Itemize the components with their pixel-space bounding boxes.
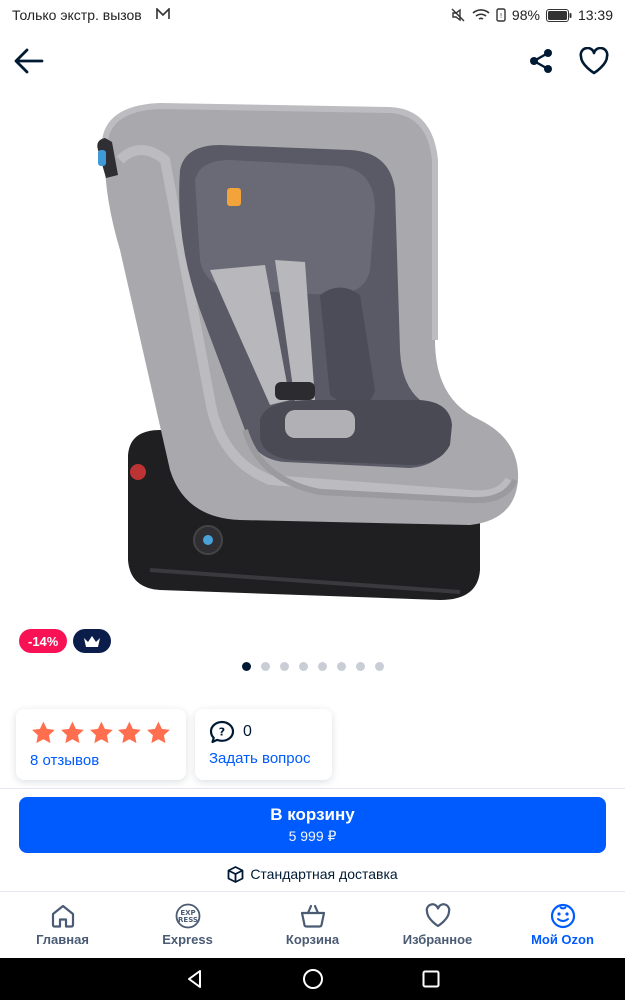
tab-cart[interactable]: Корзина [250, 892, 375, 958]
tab-home-label: Главная [36, 932, 89, 947]
tab-my-ozon-label: Мой Ozon [531, 932, 594, 947]
sim-icon: ! [496, 8, 506, 22]
express-icon: EXPRESS [175, 903, 200, 929]
clock: 13:39 [577, 7, 613, 23]
arrow-left-icon [14, 48, 44, 74]
battery-icon [545, 8, 572, 22]
delivery-label: Стандартная доставка [250, 866, 398, 882]
square-recents-icon [422, 970, 439, 988]
profile-icon [550, 903, 575, 929]
tab-express-label: Express [162, 932, 213, 947]
home-icon [51, 904, 74, 928]
gallery-dot[interactable] [356, 662, 365, 671]
questions-card[interactable]: ? 0 Задать вопрос [195, 709, 332, 780]
gallery-dot[interactable] [299, 662, 308, 671]
wifi-icon [472, 8, 490, 22]
heart-outline-icon [579, 47, 609, 75]
system-nav-bar [0, 958, 625, 1000]
star-icon [89, 721, 113, 744]
star-icon [147, 721, 170, 744]
carrier-text: Только экстр. вызов [12, 7, 142, 23]
product-image[interactable] [90, 100, 530, 605]
add-to-cart-button[interactable]: В корзину 5 999 ₽ [19, 797, 606, 853]
back-button[interactable] [10, 42, 48, 80]
rating-stars [30, 720, 172, 746]
question-bubble-icon: ? [209, 720, 235, 744]
system-home-button[interactable] [298, 964, 328, 994]
discount-badge: -14% [19, 629, 68, 653]
gallery-dot[interactable] [280, 662, 289, 671]
tab-favorites[interactable]: Избранное [375, 892, 500, 958]
share-button[interactable] [522, 42, 560, 80]
favorite-button[interactable] [575, 42, 613, 80]
delivery-info: Стандартная доставка [0, 864, 625, 884]
heart-icon [425, 903, 450, 928]
tab-favorites-label: Избранное [402, 932, 473, 947]
circle-home-icon [302, 969, 323, 989]
gallery-pagination [0, 662, 625, 671]
top-nav [0, 38, 625, 84]
box-icon [227, 865, 244, 883]
gallery-dot[interactable] [318, 662, 327, 671]
gallery-dot[interactable] [337, 662, 346, 671]
svg-text:?: ? [219, 726, 225, 739]
premium-badge [73, 629, 112, 653]
gallery-dot[interactable] [242, 662, 251, 671]
tab-express[interactable]: EXP RESS Express [125, 892, 250, 958]
basket-icon [300, 904, 325, 928]
svg-text:RESS: RESS [178, 916, 198, 924]
mute-icon [450, 7, 466, 23]
battery-percent: 98% [511, 7, 540, 23]
star-icon [60, 721, 84, 744]
system-back-button[interactable] [180, 964, 210, 994]
tab-my-ozon[interactable]: Мой Ozon [500, 892, 625, 958]
ask-question-link[interactable]: Задать вопрос [209, 750, 318, 767]
mail-icon [155, 7, 170, 23]
tab-cart-label: Корзина [285, 932, 340, 947]
star-icon [118, 721, 142, 744]
svg-text:!: ! [500, 12, 503, 20]
system-recents-button[interactable] [416, 964, 446, 994]
reviews-link[interactable]: 8 отзывов [30, 752, 172, 769]
tab-home[interactable]: Главная [0, 892, 125, 958]
questions-count: 0 [243, 723, 252, 740]
status-bar: Только экстр. вызов ! 98% 13:39 [0, 0, 625, 30]
cart-price: 5 999 ₽ [288, 828, 337, 844]
add-to-cart-label: В корзину [270, 805, 355, 824]
gallery-dot[interactable] [261, 662, 270, 671]
gallery-dot[interactable] [375, 662, 384, 671]
rating-card[interactable]: 8 отзывов [16, 709, 186, 780]
bottom-tabbar: Главная EXP RESS Express Корзина Избранно… [0, 891, 625, 958]
star-icon [32, 721, 55, 744]
divider [0, 788, 625, 789]
product-badges: -14% [19, 629, 112, 653]
share-icon [530, 49, 552, 73]
triangle-back-icon [187, 970, 201, 988]
crown-icon [84, 635, 101, 647]
